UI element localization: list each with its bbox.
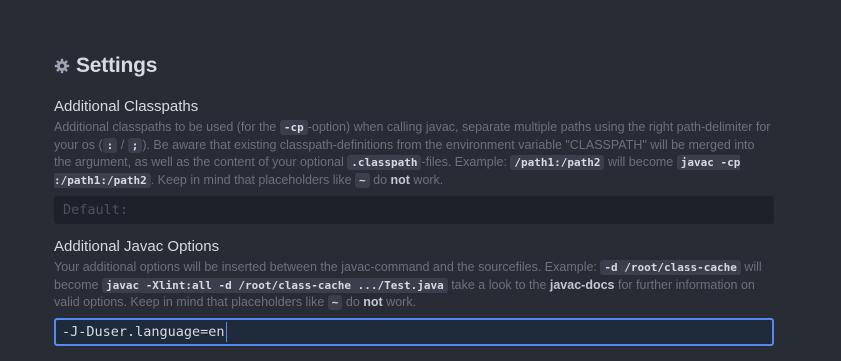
- setting-description: Your additional options will be inserted…: [54, 260, 762, 311]
- settings-header: Settings: [54, 53, 157, 79]
- javac-options-input[interactable]: -J-Duser.language=en: [54, 317, 774, 346]
- input-placeholder: Default:: [63, 202, 129, 219]
- code-snippet: ;: [127, 137, 143, 153]
- input-value: -J-Duser.language=en: [62, 323, 225, 340]
- code-snippet: javac -Xlint:all -d /root/class-cache ..…: [101, 277, 448, 293]
- classpaths-input[interactable]: Default:: [54, 196, 774, 225]
- classpaths-setting: Additional Classpaths Additional classpa…: [54, 98, 774, 225]
- code-snippet: :: [102, 137, 118, 153]
- code-snippet: /path1:/path2: [510, 155, 605, 171]
- javac-docs-link[interactable]: javac-docs: [550, 278, 615, 292]
- setting-description: Additional classpaths to be used (for th…: [54, 120, 771, 188]
- page-title: Settings: [76, 54, 158, 77]
- code-snippet: ~: [327, 295, 343, 311]
- code-snippet: -cp: [279, 120, 308, 135]
- code-snippet: .classpath: [347, 155, 422, 171]
- setting-title: Additional Classpaths: [54, 98, 199, 115]
- code-snippet: -d /root/class-cache: [600, 260, 741, 275]
- gear-icon: [54, 58, 70, 74]
- javac-options-setting: Additional Javac Options Your additional…: [54, 238, 774, 346]
- setting-title: Additional Javac Options: [54, 238, 220, 255]
- text-cursor: [225, 321, 227, 342]
- code-snippet: ~: [355, 172, 370, 188]
